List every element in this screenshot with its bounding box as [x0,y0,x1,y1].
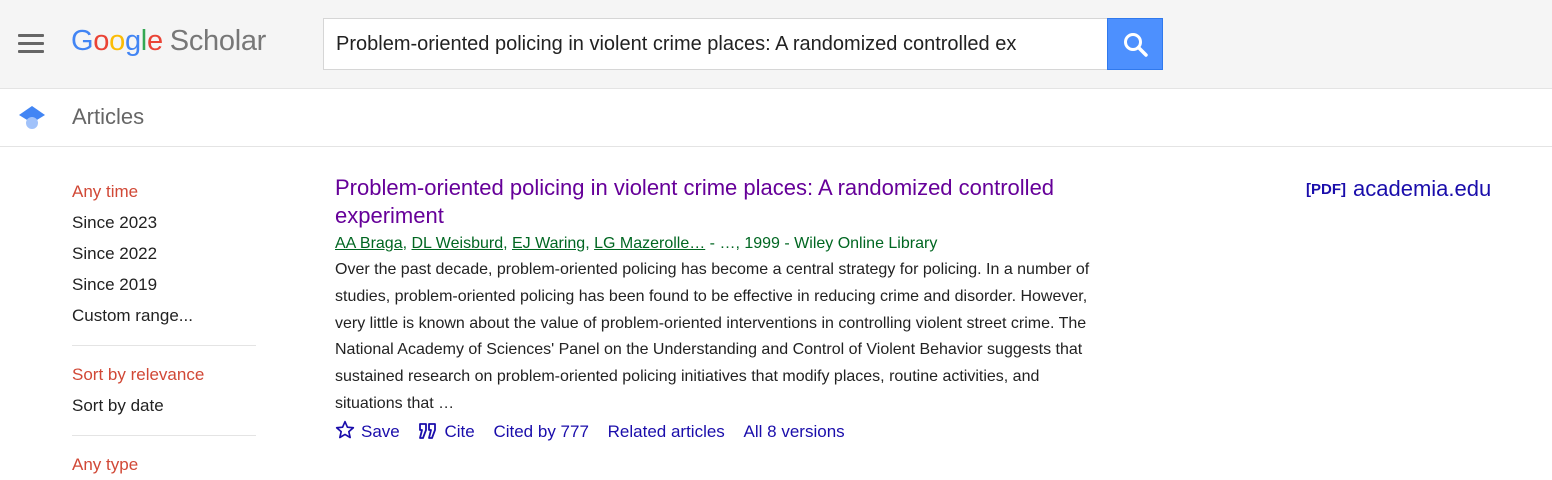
google-scholar-logo[interactable]: Google Scholar [71,24,266,58]
author-link[interactable]: DL Weisburd [412,235,504,252]
sort-by-date[interactable]: Sort by date [72,390,256,421]
result-snippet: Over the past decade, problem-oriented p… [335,261,1090,412]
graduation-cap-icon [19,106,45,129]
cite-label: Cite [444,421,475,441]
sub-header [0,88,1552,147]
top-bar: Google Scholar [0,0,1552,89]
pdf-link[interactable]: [PDF] academia.edu [1306,176,1491,202]
logo-scholar-text: Scholar [169,25,267,57]
sort-by-relevance[interactable]: Sort by relevance [72,359,256,390]
filter-sidebar: Any time Since 2023 Since 2022 Since 201… [72,176,256,480]
filter-since-2022[interactable]: Since 2022 [72,238,256,269]
author-link[interactable]: EJ Waring [512,235,585,252]
result-source: - …, 1999 - Wiley Online Library [705,235,938,252]
quote-icon [419,422,437,439]
save-button[interactable]: Save [335,418,400,446]
result-authors: AA Braga, DL Weisburd, EJ Waring, LG Maz… [335,235,938,252]
result-actions: Save Cite Cited by 777 Related articles … [335,418,1125,446]
cited-by-link[interactable]: Cited by 777 [493,418,588,446]
filter-any-type[interactable]: Any type [72,449,256,480]
filter-custom-range[interactable]: Custom range... [72,300,256,331]
save-label: Save [361,421,400,441]
search-result: Problem-oriented policing in violent cri… [335,174,1125,446]
divider [72,435,256,436]
section-title: Articles [72,104,145,129]
author-link[interactable]: AA Braga [335,235,403,252]
search-button[interactable] [1107,18,1163,70]
star-icon [335,420,355,439]
menu-icon[interactable] [18,34,44,54]
all-versions-link[interactable]: All 8 versions [744,418,845,446]
author-link[interactable]: LG Mazerolle… [594,235,705,252]
filter-since-2023[interactable]: Since 2023 [72,207,256,238]
cite-button[interactable]: Cite [418,418,475,446]
filter-since-2019[interactable]: Since 2019 [72,269,256,300]
search-icon [1124,33,1148,57]
search-input[interactable] [323,18,1107,70]
pdf-tag: [PDF] [1306,181,1346,198]
pdf-source: academia.edu [1353,176,1492,201]
divider [72,345,256,346]
related-articles-link[interactable]: Related articles [608,418,725,446]
filter-any-time[interactable]: Any time [72,176,256,207]
result-title-link[interactable]: Problem-oriented policing in violent cri… [335,174,1125,230]
